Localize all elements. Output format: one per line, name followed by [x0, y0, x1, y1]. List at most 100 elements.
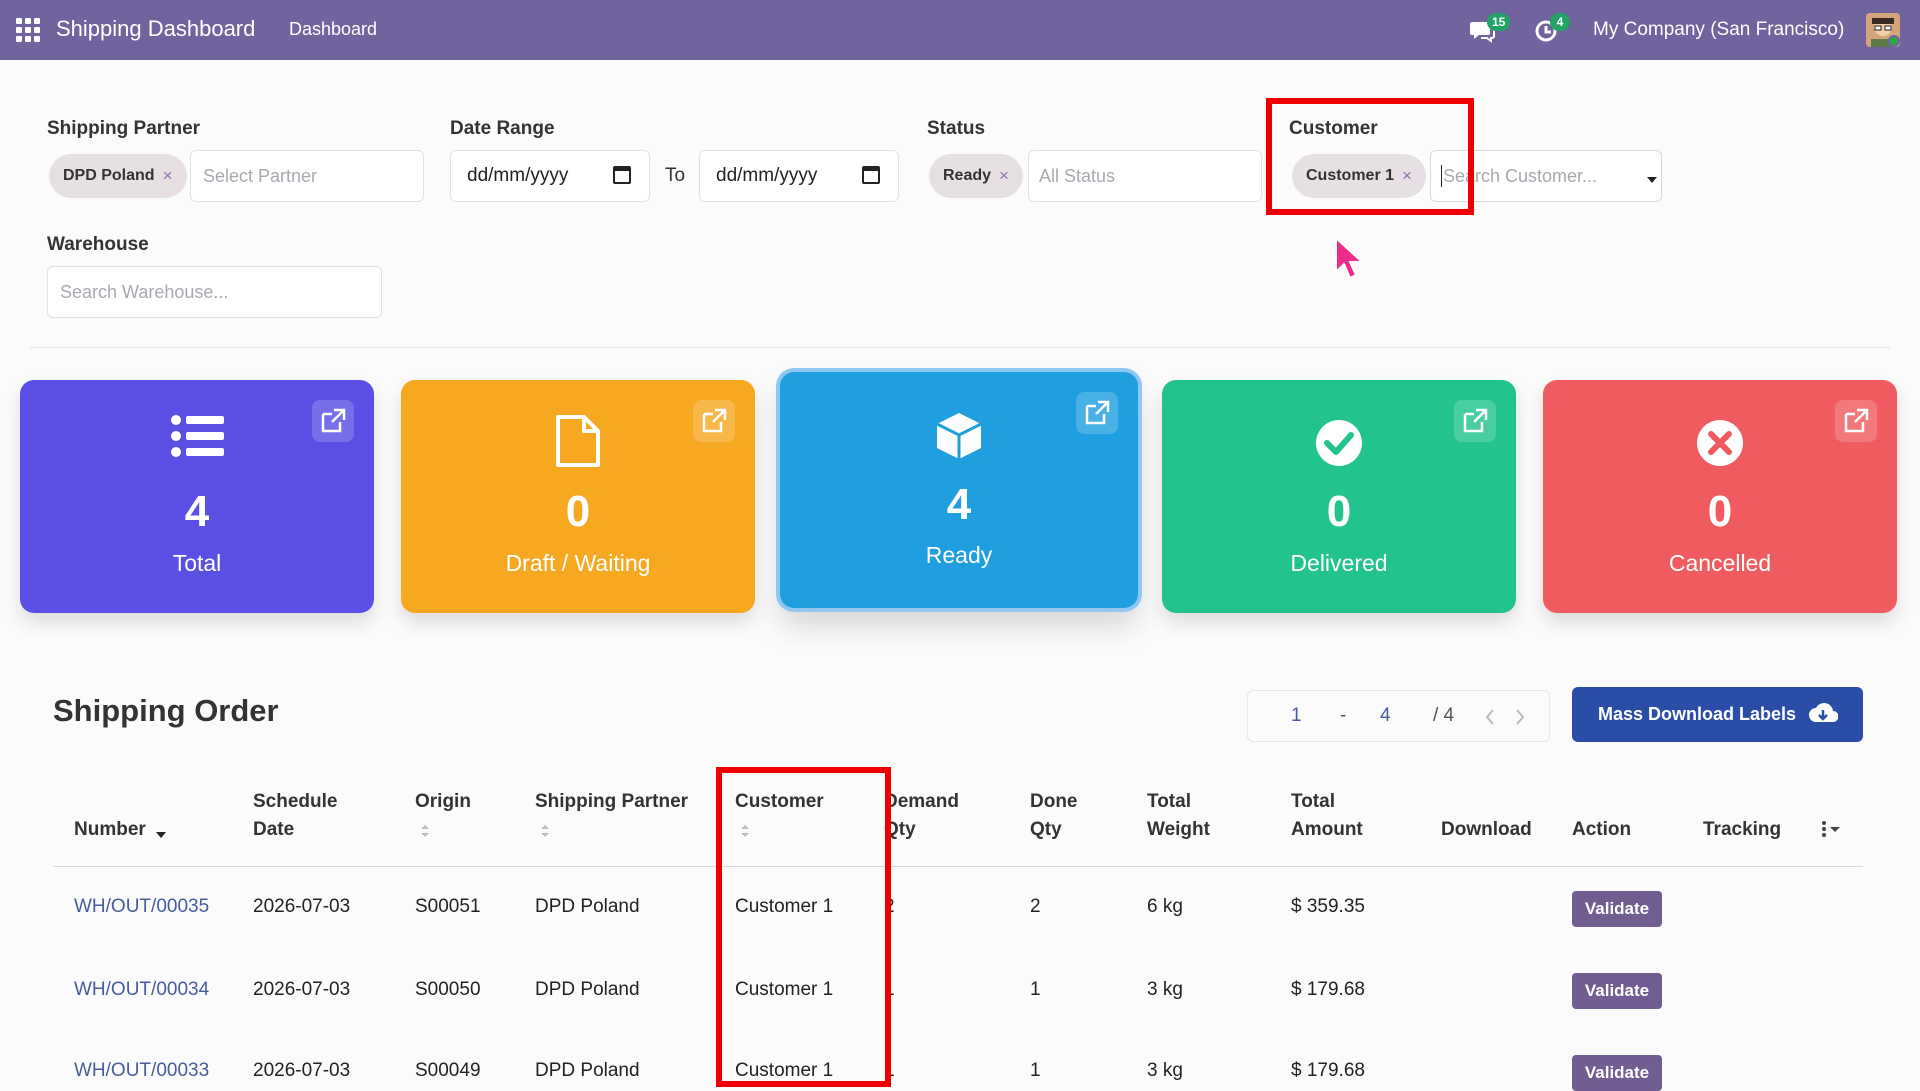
total-count: 4 — [184, 487, 210, 536]
origin-cell: S00050 — [415, 979, 481, 1000]
chevron-left-icon[interactable] — [1484, 708, 1496, 726]
top-navbar: Shipping Dashboard Dashboard 15 4 My Com… — [0, 0, 1920, 60]
app-title[interactable]: Shipping Dashboard — [56, 16, 255, 42]
pager-total: / 4 — [1433, 705, 1455, 726]
order-number-link[interactable]: WH/OUT/00034 — [74, 979, 209, 1001]
column-header-demand-qty[interactable]: Demand Qty — [884, 788, 994, 844]
optional-columns-icon[interactable] — [1820, 820, 1842, 840]
summary-card-total[interactable]: 4 Total — [20, 380, 374, 613]
file-icon — [556, 415, 600, 467]
date-from-input[interactable]: dd/mm/yyyy — [450, 150, 650, 202]
total-weight-cell: 6 kg — [1147, 896, 1183, 917]
done-qty-cell: 1 — [1030, 1060, 1041, 1081]
column-header-download: Download — [1441, 819, 1532, 840]
mass-download-labels-label: Mass Download Labels — [1598, 704, 1797, 724]
open-external-icon[interactable] — [693, 400, 735, 442]
chevron-right-icon[interactable] — [1514, 708, 1526, 726]
origin-cell: S00051 — [415, 896, 481, 917]
column-header-origin[interactable]: Origin — [415, 788, 471, 816]
shipping-partner-cell: DPD Poland — [535, 1060, 640, 1081]
shipping-order-title: Shipping Order — [53, 693, 279, 728]
total-label: Total — [172, 550, 222, 576]
mouse-pointer-icon — [1335, 236, 1365, 280]
date-range-label: Date Range — [450, 118, 555, 139]
total-amount-cell: $ 179.68 — [1291, 1060, 1365, 1081]
shipping-partner-tag[interactable]: DPD Poland × — [49, 154, 187, 198]
warehouse-label: Warehouse — [47, 234, 149, 255]
column-header-total-amount[interactable]: Total Amount — [1291, 788, 1381, 844]
open-external-icon[interactable] — [1076, 392, 1118, 434]
remove-tag-icon[interactable]: × — [999, 166, 1009, 186]
filter-divider — [30, 347, 1890, 348]
menu-dashboard[interactable]: Dashboard — [289, 19, 377, 40]
origin-cell: S00049 — [415, 1060, 481, 1081]
total-amount-cell: $ 359.35 — [1291, 896, 1365, 917]
draft-waiting-count: 0 — [565, 487, 591, 536]
total-weight-cell: 3 kg — [1147, 1060, 1183, 1081]
done-qty-cell: 1 — [1030, 979, 1041, 1000]
cancelled-count: 0 — [1707, 487, 1733, 536]
messages-count-badge: 15 — [1487, 13, 1511, 31]
order-number-link[interactable]: WH/OUT/00033 — [74, 1060, 209, 1082]
validate-button[interactable]: Validate — [1572, 891, 1662, 927]
shipping-partner-cell: DPD Poland — [535, 979, 640, 1000]
validate-button[interactable]: Validate — [1572, 973, 1662, 1009]
check-circle-icon — [1316, 420, 1362, 466]
chevron-down-icon[interactable] — [1647, 177, 1657, 183]
shipping-partner-input[interactable]: Select Partner — [190, 150, 424, 202]
column-header-total-weight[interactable]: Total Weight — [1147, 788, 1227, 844]
pager-start[interactable]: 1 — [1291, 705, 1302, 727]
schedule-date-cell: 2026-07-03 — [253, 979, 351, 1000]
app-menu-grid-icon[interactable] — [16, 18, 40, 42]
date-to-label: To — [665, 165, 686, 186]
ready-count: 4 — [946, 480, 972, 529]
date-to-input[interactable]: dd/mm/yyyy — [699, 150, 899, 202]
summary-card-cancelled[interactable]: 0 Cancelled — [1543, 380, 1897, 613]
status-label: Status — [927, 118, 986, 139]
status-input[interactable]: All Status — [1028, 150, 1262, 202]
pager: 1 - 4 / 4 — [1247, 690, 1550, 742]
online-status-dot — [1888, 35, 1900, 47]
column-header-action: Action — [1572, 819, 1632, 840]
warehouse-search-placeholder: Search Warehouse... — [60, 282, 229, 302]
company-switcher[interactable]: My Company (San Francisco) — [1593, 19, 1844, 41]
column-header-shipping-partner[interactable]: Shipping Partner — [535, 788, 688, 816]
summary-card-delivered[interactable]: 0 Delivered — [1162, 380, 1516, 613]
column-header-number[interactable]: Number — [74, 816, 146, 844]
draft-waiting-label: Draft / Waiting — [505, 550, 651, 576]
date-to-value: dd/mm/yyyy — [716, 165, 818, 186]
warehouse-search-input[interactable]: Search Warehouse... — [47, 266, 382, 318]
order-number-link[interactable]: WH/OUT/00035 — [74, 896, 209, 918]
list-icon — [171, 415, 224, 457]
ready-label: Ready — [925, 542, 993, 568]
cancelled-label: Cancelled — [1668, 550, 1772, 576]
mass-download-labels-button[interactable]: Mass Download Labels — [1572, 687, 1863, 742]
column-header-tracking: Tracking — [1703, 819, 1782, 840]
calendar-icon[interactable] — [613, 166, 631, 184]
open-external-icon[interactable] — [1454, 400, 1496, 442]
status-tag-label: Ready — [943, 167, 992, 184]
open-external-icon[interactable] — [312, 400, 354, 442]
column-header-done-qty[interactable]: Done Qty — [1030, 788, 1100, 844]
shipping-partner-cell: DPD Poland — [535, 896, 640, 917]
total-weight-cell: 3 kg — [1147, 979, 1183, 1000]
column-header-schedule-date[interactable]: Schedule Date — [253, 788, 363, 844]
validate-button[interactable]: Validate — [1572, 1055, 1662, 1091]
shipping-partner-placeholder: Select Partner — [203, 166, 318, 186]
sort-icon[interactable] — [540, 824, 550, 838]
status-placeholder: All Status — [1039, 166, 1116, 186]
done-qty-cell: 2 — [1030, 896, 1041, 917]
times-circle-icon — [1697, 420, 1743, 466]
schedule-date-cell: 2026-07-03 — [253, 896, 351, 917]
sort-icon[interactable] — [420, 824, 430, 838]
calendar-icon[interactable] — [862, 166, 880, 184]
summary-card-draft-waiting[interactable]: 0 Draft / Waiting — [401, 380, 755, 613]
status-tag[interactable]: Ready × — [929, 154, 1023, 198]
open-external-icon[interactable] — [1835, 400, 1877, 442]
schedule-date-cell: 2026-07-03 — [253, 1060, 351, 1081]
delivered-label: Delivered — [1290, 550, 1388, 576]
sort-desc-icon[interactable] — [156, 832, 166, 838]
remove-tag-icon[interactable]: × — [163, 166, 173, 186]
summary-card-ready[interactable]: 4 Ready — [780, 372, 1138, 608]
pager-end[interactable]: 4 — [1380, 705, 1391, 727]
